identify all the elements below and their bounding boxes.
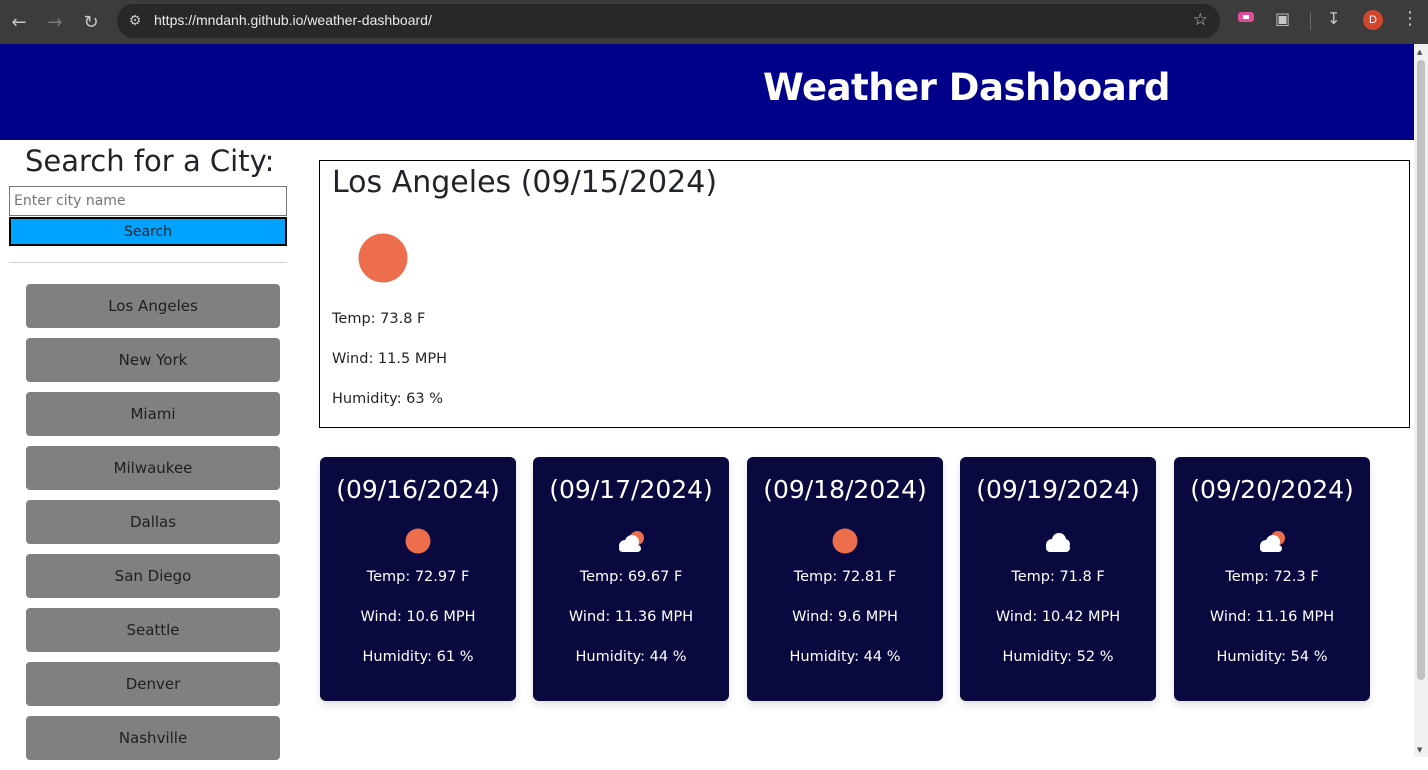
forecast-humidity: Humidity: 54 % (1216, 649, 1328, 665)
sidebar-divider (9, 262, 287, 263)
forecast-humidity: Humidity: 61 % (362, 649, 474, 665)
profile-avatar[interactable]: D (1363, 10, 1383, 30)
history-city-button[interactable]: Los Angeles (26, 284, 280, 328)
search-heading: Search for a City: (25, 144, 275, 178)
site-settings-icon[interactable]: ⚙ (125, 11, 145, 31)
page-title: Weather Dashboard (763, 66, 1170, 109)
bookmark-star-icon[interactable]: ☆ (1193, 10, 1208, 30)
forecast-wind: Wind: 10.6 MPH (360, 609, 476, 625)
page-header: Weather Dashboard (0, 44, 1414, 140)
forecast-card: (09/20/2024) Temp: 72.3 F Wind: 11.16 MP… (1174, 457, 1370, 701)
scroll-up-icon[interactable]: ▲ (1417, 48, 1422, 56)
forecast-wind: Wind: 10.42 MPH (995, 609, 1121, 625)
history-city-button[interactable]: Denver (26, 662, 280, 706)
download-icon[interactable]: ↧ (1327, 9, 1340, 28)
forecast-card: (09/16/2024) Temp: 72.97 F Wind: 10.6 MP… (320, 457, 516, 701)
forecast-wind: Wind: 9.6 MPH (792, 609, 898, 625)
history-city-button[interactable]: Dallas (26, 500, 280, 544)
search-history-list: Los Angeles New York Miami Milwaukee Dal… (26, 284, 280, 770)
back-icon[interactable]: ← (5, 8, 33, 36)
forecast-date: (09/20/2024) (1190, 475, 1354, 504)
reload-icon[interactable]: ↻ (77, 8, 105, 36)
url-text[interactable]: https://mndanh.github.io/weather-dashboa… (154, 12, 432, 28)
cloud-icon (1042, 527, 1074, 555)
history-city-button[interactable]: San Diego (26, 554, 280, 598)
browser-toolbar: ← → ↻ ⚙ https://mndanh.github.io/weather… (0, 0, 1428, 44)
history-city-button[interactable]: Nashville (26, 716, 280, 760)
forecast-card: (09/17/2024) Temp: 69.67 F Wind: 11.36 M… (533, 457, 729, 701)
scroll-down-icon[interactable]: ▼ (1417, 746, 1422, 754)
forecast-date: (09/18/2024) (763, 475, 927, 504)
history-city-button[interactable]: New York (26, 338, 280, 382)
partly-cloudy-icon (615, 527, 647, 555)
current-temp: Temp: 73.8 F (332, 311, 426, 327)
current-wind: Wind: 11.5 MPH (332, 351, 447, 367)
city-search-input[interactable] (9, 186, 287, 216)
scrollbar-thumb[interactable] (1417, 60, 1425, 680)
current-humidity: Humidity: 63 % (332, 391, 444, 407)
forecast-humidity: Humidity: 44 % (575, 649, 687, 665)
address-bar[interactable]: ⚙ https://mndanh.github.io/weather-dashb… (117, 4, 1220, 38)
extension-icon[interactable] (1237, 9, 1255, 28)
forecast-temp: Temp: 72.81 F (793, 569, 897, 585)
forecast-temp: Temp: 72.97 F (366, 569, 470, 585)
history-city-button[interactable]: Milwaukee (26, 446, 280, 490)
history-city-button[interactable]: Miami (26, 392, 280, 436)
history-city-button[interactable]: Seattle (26, 608, 280, 652)
partly-cloudy-icon (1256, 527, 1288, 555)
forecast-temp: Temp: 71.8 F (1011, 569, 1105, 585)
forecast-temp: Temp: 72.3 F (1225, 569, 1319, 585)
forecast-date: (09/16/2024) (336, 475, 500, 504)
puzzle-extensions-icon[interactable]: ▣ (1275, 9, 1290, 28)
current-weather-panel: Los Angeles (09/15/2024) Temp: 73.8 F Wi… (319, 160, 1410, 428)
current-city-title: Los Angeles (09/15/2024) (332, 165, 718, 200)
sun-icon (829, 527, 861, 555)
forecast-humidity: Humidity: 52 % (1002, 649, 1114, 665)
forecast-wind: Wind: 11.16 MPH (1209, 609, 1335, 625)
forecast-date: (09/17/2024) (549, 475, 713, 504)
forecast-card: (09/18/2024) Temp: 72.81 F Wind: 9.6 MPH… (747, 457, 943, 701)
search-button[interactable]: Search (9, 217, 287, 246)
toolbar-divider (1310, 12, 1311, 30)
forward-icon[interactable]: → (41, 8, 69, 36)
sun-icon (358, 233, 408, 283)
forecast-temp: Temp: 69.67 F (579, 569, 683, 585)
forecast-wind: Wind: 11.36 MPH (568, 609, 694, 625)
forecast-card: (09/19/2024) Temp: 71.8 F Wind: 10.42 MP… (960, 457, 1156, 701)
sun-icon (402, 527, 434, 555)
forecast-date: (09/19/2024) (976, 475, 1140, 504)
forecast-humidity: Humidity: 44 % (789, 649, 901, 665)
page-scrollbar[interactable]: ▲ ▼ (1414, 44, 1428, 757)
browser-menu-icon[interactable]: ⋮ (1401, 8, 1419, 29)
